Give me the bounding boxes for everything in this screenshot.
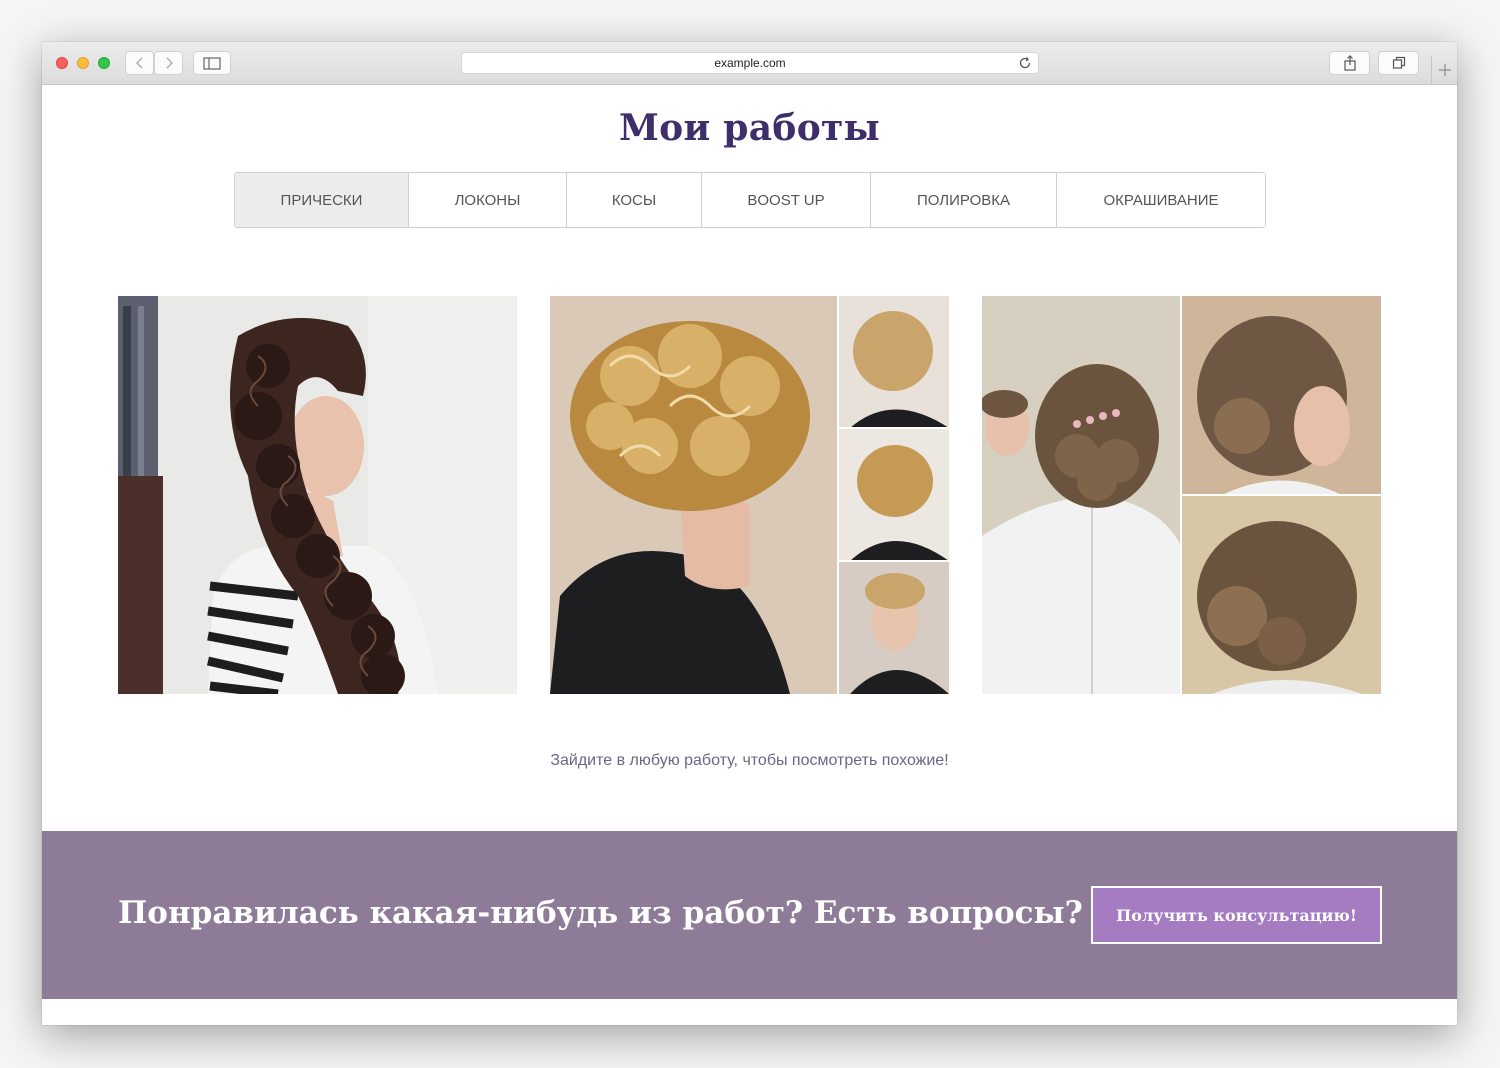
sidebar-icon bbox=[203, 56, 221, 70]
chevron-left-icon bbox=[135, 57, 143, 69]
hairstyle-photo-image bbox=[550, 296, 949, 694]
hairstyle-photo-image bbox=[982, 296, 1381, 694]
tabs-icon bbox=[1392, 56, 1405, 69]
work-photo-1[interactable] bbox=[118, 296, 517, 694]
work-photo-2[interactable] bbox=[550, 296, 949, 694]
back-button[interactable] bbox=[125, 51, 154, 75]
get-consultation-button[interactable]: Получить консультацию! bbox=[1091, 886, 1382, 944]
address-bar[interactable]: example.com bbox=[461, 52, 1039, 74]
tab-kosy[interactable]: КОСЫ bbox=[567, 173, 702, 227]
new-tab-button[interactable] bbox=[1431, 56, 1458, 84]
tab-lokony[interactable]: ЛОКОНЫ bbox=[409, 173, 567, 227]
work-photo-3[interactable] bbox=[982, 296, 1381, 694]
forward-button[interactable] bbox=[154, 51, 183, 75]
share-icon bbox=[1343, 55, 1356, 71]
browser-toolbar: example.com bbox=[42, 42, 1457, 85]
tab-polirovka[interactable]: ПОЛИРОВКА bbox=[871, 173, 1057, 227]
page-title: Мои работы bbox=[618, 107, 880, 149]
share-button[interactable] bbox=[1329, 51, 1370, 75]
reload-icon[interactable] bbox=[1018, 56, 1032, 70]
browser-window: example.com Мои работы ПРИЧЕСКИ ЛОКОНЫ К… bbox=[42, 42, 1457, 1025]
close-window-button[interactable] bbox=[56, 57, 68, 69]
tabs-overview-button[interactable] bbox=[1378, 51, 1419, 75]
minimize-window-button[interactable] bbox=[77, 57, 89, 69]
gallery-hint: Зайдите в любую работу, чтобы посмотреть… bbox=[550, 752, 949, 769]
plus-icon bbox=[1439, 64, 1451, 76]
sidebar-button[interactable] bbox=[193, 51, 231, 75]
tab-okrashivanie[interactable]: ОКРАШИВАНИЕ bbox=[1057, 173, 1265, 227]
hairstyle-photo-image bbox=[118, 296, 517, 694]
tab-pricheski[interactable]: ПРИЧЕСКИ bbox=[235, 173, 409, 227]
tab-boost-up[interactable]: BOOST UP bbox=[702, 173, 871, 227]
maximize-window-button[interactable] bbox=[98, 57, 110, 69]
consultation-banner: Понравилась какая-нибудь из работ? Есть … bbox=[42, 831, 1457, 999]
url-text: example.com bbox=[714, 56, 786, 70]
category-tabs: ПРИЧЕСКИ ЛОКОНЫ КОСЫ BOOST UP ПОЛИРОВКА … bbox=[234, 172, 1266, 228]
chevron-right-icon bbox=[165, 57, 173, 69]
page-content: Мои работы ПРИЧЕСКИ ЛОКОНЫ КОСЫ BOOST UP… bbox=[42, 85, 1457, 1025]
banner-heading: Понравилась какая-нибудь из работ? Есть … bbox=[118, 895, 1083, 931]
